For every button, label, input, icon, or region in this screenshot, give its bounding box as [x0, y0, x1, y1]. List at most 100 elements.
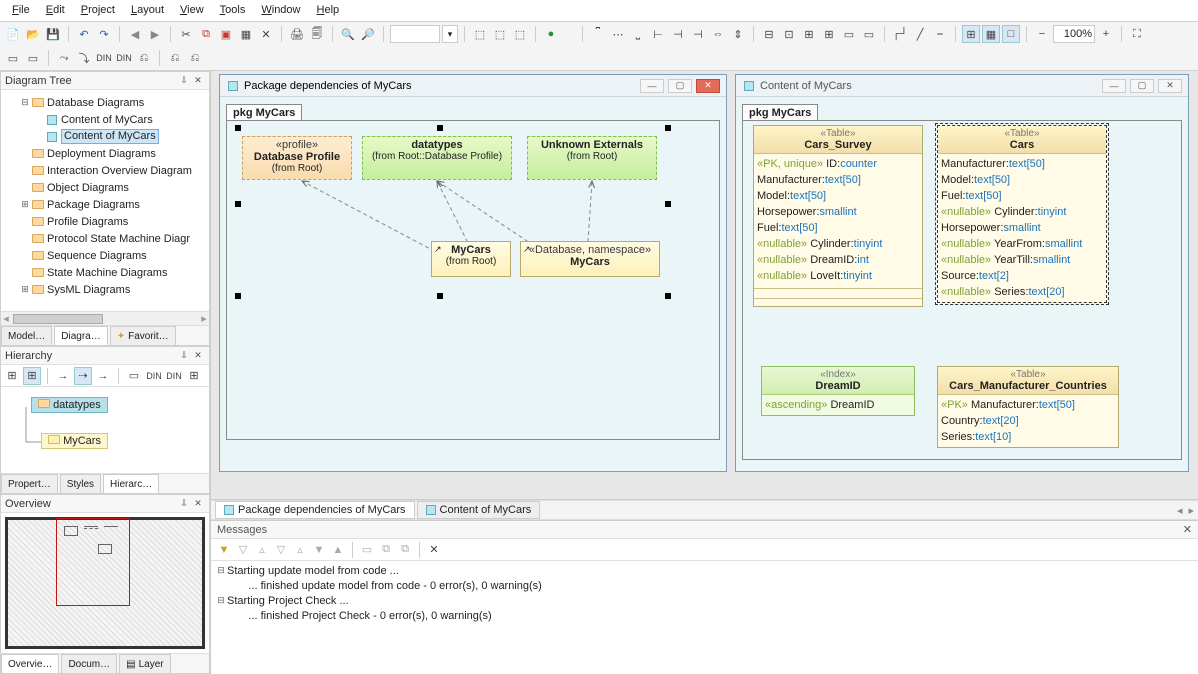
package-frame-body[interactable]: «profile»Database Profile(from Root)data… — [226, 120, 720, 440]
find-replace-icon[interactable]: 🔎 — [359, 25, 377, 43]
tree-item[interactable]: State Machine Diagrams — [5, 264, 209, 281]
tab-properties[interactable]: Propert… — [1, 474, 58, 493]
new-icon[interactable]: 📄 — [4, 25, 22, 43]
tree-item[interactable]: Object Diagrams — [5, 179, 209, 196]
diagram-tab-pkg[interactable]: Package dependencies of MyCars — [215, 501, 415, 519]
hier-tool-8-icon[interactable]: DIN — [165, 367, 183, 385]
db-table-cmc[interactable]: «Table»Cars_Manufacturer_Countries«PK» M… — [937, 366, 1119, 448]
tbr2-i-icon[interactable]: ⎌ — [186, 49, 204, 67]
minimize-button[interactable]: — — [1102, 79, 1126, 93]
tbr2-h-icon[interactable]: ⎌ — [166, 49, 184, 67]
close-icon[interactable]: ✕ — [191, 497, 205, 511]
close-icon[interactable]: ✕ — [191, 74, 205, 88]
tool-a-icon[interactable]: ⬚ — [471, 25, 489, 43]
hier-tool-6-icon[interactable]: ▭ — [125, 367, 143, 385]
menu-edit[interactable]: Edit — [38, 2, 73, 19]
tab-diagrams[interactable]: Diagra… — [54, 326, 107, 345]
overview-canvas[interactable] — [5, 517, 205, 649]
align-left-icon[interactable]: ⊢ — [649, 25, 667, 43]
db-table-cs[interactable]: «Table»Cars_Survey«PK, unique» ID:counte… — [753, 125, 923, 307]
group-icon[interactable]: ▭ — [840, 25, 858, 43]
uml-node-dbp[interactable]: «profile»Database Profile(from Root) — [242, 136, 352, 180]
delete-icon[interactable]: ✕ — [257, 25, 275, 43]
menu-project[interactable]: Project — [73, 2, 123, 19]
tree-item[interactable]: Interaction Overview Diagram — [5, 162, 209, 179]
align-right-icon[interactable]: ⊣ — [689, 25, 707, 43]
msg-b7-icon[interactable]: ▭ — [358, 541, 376, 559]
db-table-di[interactable]: «Index»DreamID«ascending» DreamID — [761, 366, 915, 416]
tree-item[interactable]: ⊞Package Diagrams — [5, 196, 209, 213]
uml-node-ue[interactable]: Unknown Externals(from Root) — [527, 136, 657, 180]
find-icon[interactable]: 🔍 — [339, 25, 357, 43]
tree-item[interactable]: Content of MyCars — [5, 111, 209, 128]
tbr2-b-icon[interactable]: ▭ — [24, 49, 42, 67]
tab-layer[interactable]: ▤Layer — [119, 654, 170, 673]
hier-node-mycars[interactable]: MyCars — [41, 433, 108, 449]
tab-model[interactable]: Model… — [1, 326, 52, 345]
grid-snap-icon[interactable]: ⊞ — [962, 25, 980, 43]
close-icon[interactable]: ✕ — [1183, 523, 1192, 536]
copy-icon[interactable]: ⧉ — [197, 25, 215, 43]
close-button[interactable]: ✕ — [1158, 79, 1182, 93]
tab-hierarchy[interactable]: Hierarc… — [103, 474, 159, 493]
font-combo-drop[interactable]: ▾ — [442, 25, 458, 43]
line-3-icon[interactable]: ⎯ — [931, 25, 949, 43]
zoom-out-icon[interactable]: − — [1033, 25, 1051, 43]
tool-b-icon[interactable]: ⬚ — [491, 25, 509, 43]
tab-nav-prev-icon[interactable]: ◂ — [1177, 504, 1183, 517]
uml-node-mc[interactable]: MyCars(from Root)↗ — [431, 241, 511, 277]
tree-twisty-icon[interactable]: ⊞ — [19, 284, 31, 295]
font-combo[interactable] — [390, 25, 440, 43]
msg-b1-icon[interactable]: ▽ — [234, 541, 252, 559]
hier-tool-1-icon[interactable]: ⊞ — [3, 367, 21, 385]
fit-icon[interactable]: □ — [1002, 25, 1020, 43]
maximize-button[interactable]: ▢ — [668, 79, 692, 93]
msg-b8-icon[interactable]: ⧉ — [377, 541, 395, 559]
tree-item[interactable]: Sequence Diagrams — [5, 247, 209, 264]
grid-show-icon[interactable]: ▦ — [982, 25, 1000, 43]
hier-tool-3-icon[interactable]: → — [54, 367, 72, 385]
package-frame-body[interactable]: «Table»Cars_Survey«PK, unique» ID:counte… — [742, 120, 1182, 460]
menu-help[interactable]: Help — [309, 2, 348, 19]
maximize-button[interactable]: ▢ — [1130, 79, 1154, 93]
uml-node-dt[interactable]: datatypes(from Root::Database Profile) — [362, 136, 512, 180]
hier-tool-5-icon[interactable]: → — [94, 367, 112, 385]
ungroup-icon[interactable]: ▭ — [860, 25, 878, 43]
msg-filter-icon[interactable]: ▼ — [215, 541, 233, 559]
tbr2-a-icon[interactable]: ▭ — [4, 49, 22, 67]
menu-file[interactable]: File — [4, 2, 38, 19]
tab-favorites[interactable]: ✦Favorit… — [110, 326, 176, 345]
menu-window[interactable]: Window — [253, 2, 308, 19]
open-icon[interactable]: 📂 — [24, 25, 42, 43]
tab-overview[interactable]: Overvie… — [1, 654, 59, 673]
msg-b4-icon[interactable]: ▵ — [291, 541, 309, 559]
save-icon[interactable]: 💾 — [44, 25, 62, 43]
line-2-icon[interactable]: ╱ — [911, 25, 929, 43]
tab-styles[interactable]: Styles — [60, 474, 101, 493]
nav-fwd-icon[interactable]: ▶ — [146, 25, 164, 43]
diagram-tab-content[interactable]: Content of MyCars — [417, 501, 541, 519]
cut-icon[interactable]: ✂ — [177, 25, 195, 43]
tbr2-f-icon[interactable]: DIN — [115, 49, 133, 67]
tbr2-e-icon[interactable]: DIN — [95, 49, 113, 67]
zoom-in-icon[interactable]: + — [1097, 25, 1115, 43]
align-top-icon[interactable]: ⎴ — [589, 25, 607, 43]
align-mid-icon[interactable]: ⋯ — [609, 25, 627, 43]
tree-item[interactable]: Profile Diagrams — [5, 213, 209, 230]
menu-tools[interactable]: Tools — [212, 2, 254, 19]
uml-node-mcdb[interactable]: «Database, namespace»MyCars↗ — [520, 241, 660, 277]
hier-node-datatypes[interactable]: datatypes — [31, 397, 108, 413]
db-table-cars[interactable]: «Table»CarsManufacturer:text[50]Model:te… — [937, 125, 1107, 303]
dist-h-icon[interactable]: ⇔ — [709, 25, 727, 43]
zoom-field[interactable]: 100% — [1053, 25, 1095, 43]
msg-b5-icon[interactable]: ▼ — [310, 541, 328, 559]
paste-diagram-icon[interactable]: ▦ — [237, 25, 255, 43]
tool-c-icon[interactable]: ⬚ — [511, 25, 529, 43]
paste-icon[interactable]: ▣ — [217, 25, 235, 43]
msg-b2-icon[interactable]: ▵ — [253, 541, 271, 559]
pin-icon[interactable]: ⇩ — [177, 497, 191, 511]
tbr2-g-icon[interactable]: ⎌ — [135, 49, 153, 67]
tree-twisty-icon[interactable]: ⊞ — [19, 199, 31, 210]
tree-item[interactable]: Deployment Diagrams — [5, 145, 209, 162]
minimize-button[interactable]: — — [640, 79, 664, 93]
